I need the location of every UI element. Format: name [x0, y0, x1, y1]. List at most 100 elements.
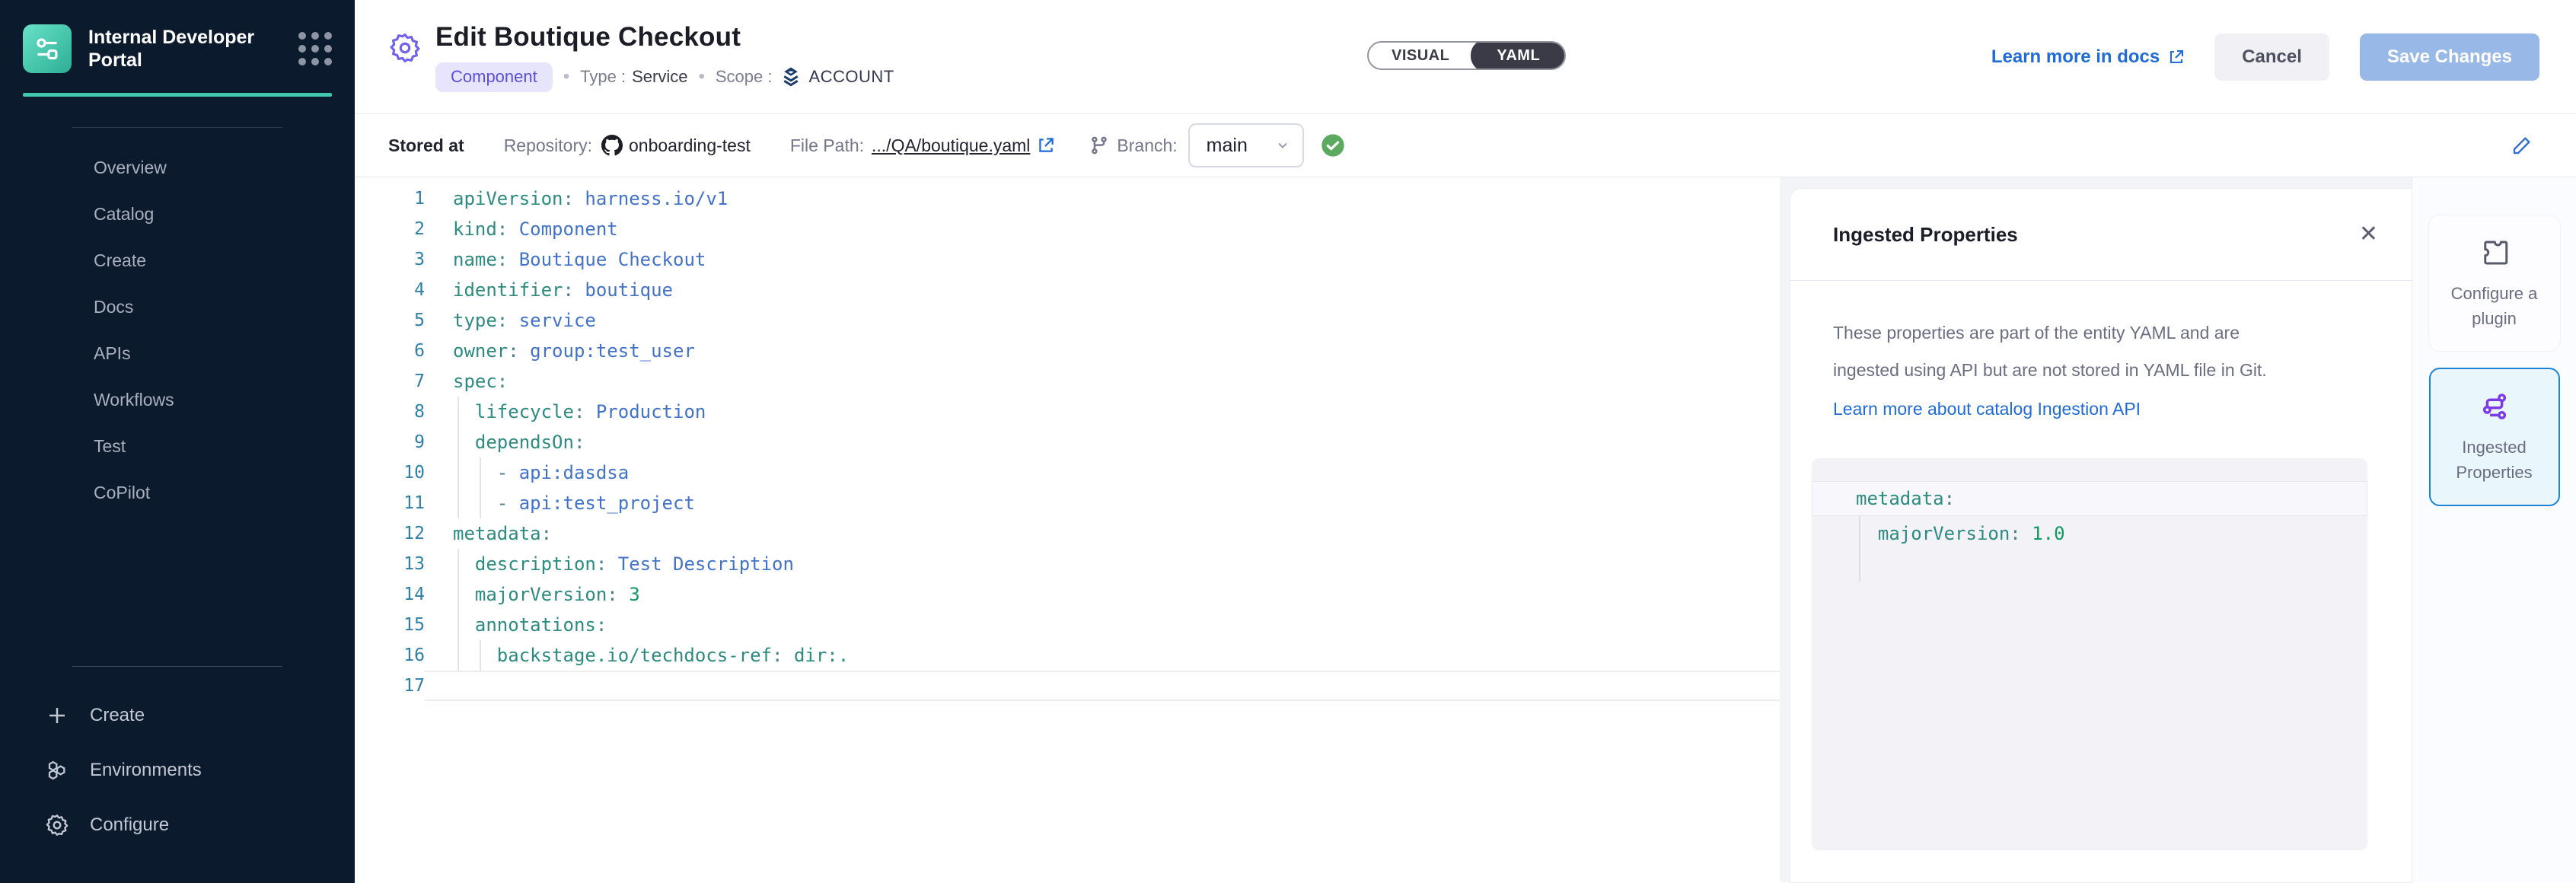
sidebar-item-docs[interactable]: Docs [0, 284, 355, 330]
line-number: 3 [355, 250, 425, 269]
external-link-icon[interactable] [1036, 135, 1056, 155]
yaml-line[interactable]: 7spec: [355, 366, 1780, 397]
yaml-token-str: group:test_user [530, 340, 695, 362]
ingested-yaml-line: majorVersion: 1.0 [1812, 516, 2367, 551]
yaml-line[interactable]: 12metadata: [355, 518, 1780, 549]
yaml-line[interactable]: 10 - api:dasdsa [355, 457, 1780, 488]
yaml-line[interactable]: 6owner: group:test_user [355, 336, 1780, 366]
yaml-token-str: service [519, 310, 596, 331]
toggle-yaml[interactable]: YAML [1471, 41, 1566, 70]
yaml-token-punc: : [541, 523, 552, 544]
yaml-token-key: apiVersion [453, 188, 563, 209]
yaml-token-plain [1856, 523, 1878, 544]
yaml-editor[interactable]: 1apiVersion: harness.io/v12kind: Compone… [355, 177, 1780, 882]
yaml-token-key: owner [453, 340, 508, 362]
repository-value[interactable]: onboarding-test [629, 135, 751, 156]
ingested-properties-icon [2479, 390, 2511, 422]
sidebar-item-overview[interactable]: Overview [0, 145, 355, 191]
entity-meta-row: Component • Type : Service • Scope : ACC… [435, 62, 894, 92]
yaml-token-key: spec [453, 371, 497, 392]
yaml-token-key: name [453, 249, 497, 270]
yaml-line[interactable]: 14 majorVersion: 3 [355, 579, 1780, 610]
line-number: 15 [355, 615, 425, 635]
yaml-line[interactable]: 11 - api:test_project [355, 488, 1780, 518]
sidebar-item-create[interactable]: Create [0, 237, 355, 284]
file-path-link[interactable]: .../QA/boutique.yaml [872, 135, 1030, 156]
line-number: 2 [355, 219, 425, 239]
yaml-token-punc: : [1944, 488, 1955, 509]
yaml-token-key: dependsOn [475, 432, 574, 453]
yaml-line[interactable]: 3name: Boutique Checkout [355, 244, 1780, 275]
sidebar-item-copilot[interactable]: CoPilot [0, 470, 355, 516]
dot-separator: • [563, 66, 569, 88]
line-number: 12 [355, 524, 425, 544]
file-path-label: File Path: [790, 135, 864, 156]
sidebar-item-create[interactable]: Create [0, 688, 355, 743]
toggle-visual[interactable]: VISUAL [1369, 41, 1472, 70]
yaml-token-key: type [453, 310, 497, 331]
branch-select[interactable]: main [1188, 123, 1304, 167]
indent-guide [457, 397, 459, 518]
line-number: 17 [355, 676, 425, 696]
yaml-token-key: dir:. [794, 645, 849, 666]
yaml-token-plain [453, 432, 475, 453]
edit-pencil-icon[interactable] [2511, 134, 2533, 157]
yaml-token-str: api:dasdsa [519, 462, 630, 483]
yaml-line[interactable]: 16 backstage.io/techdocs-ref: dir:. [355, 640, 1780, 671]
yaml-line[interactable]: 17 [355, 671, 1780, 701]
yaml-line[interactable]: 13 description: Test Description [355, 549, 1780, 579]
yaml-token-punc: : [574, 432, 585, 453]
sidebar-item-label: Create [90, 705, 145, 726]
sidebar-footer: Create Environments Configure [0, 666, 355, 883]
yaml-line[interactable]: 4identifier: boutique [355, 275, 1780, 305]
yaml-token-str: Test Description [618, 553, 794, 575]
app-logo[interactable] [23, 24, 72, 73]
configure-plugin-card[interactable]: Configure a plugin [2429, 215, 2560, 351]
stored-at-label: Stored at [388, 135, 464, 156]
sidebar-item-catalog[interactable]: Catalog [0, 191, 355, 237]
save-changes-button[interactable]: Save Changes [2360, 33, 2539, 81]
yaml-line[interactable]: 2kind: Component [355, 214, 1780, 244]
line-number: 7 [355, 371, 425, 391]
panel-description: These properties are part of the entity … [1833, 314, 2305, 389]
yaml-token-num: 1.0 [2032, 523, 2064, 544]
close-icon[interactable]: ✕ [2359, 223, 2378, 246]
sidebar-item-test[interactable]: Test [0, 423, 355, 470]
ingested-yaml-line: metadata: [1812, 481, 2367, 516]
dot-separator: • [698, 66, 704, 88]
plus-icon [44, 703, 70, 728]
yaml-token-plain [453, 584, 475, 605]
cancel-button[interactable]: Cancel [2214, 33, 2329, 81]
yaml-line[interactable]: 8 lifecycle: Production [355, 397, 1780, 427]
ingestion-api-link[interactable]: Learn more about catalog Ingestion API [1833, 390, 2141, 428]
sidebar-item-environments[interactable]: Environments [0, 743, 355, 798]
stored-at-bar: Stored at Repository: onboarding-test Fi… [355, 114, 2576, 177]
docs-link-label: Learn more in docs [1991, 46, 2160, 68]
yaml-line[interactable]: 9 dependsOn: [355, 427, 1780, 457]
yaml-token-punc: - [497, 462, 519, 483]
sidebar-item-workflows[interactable]: Workflows [0, 377, 355, 423]
app-switcher-icon[interactable] [298, 32, 332, 65]
line-number: 9 [355, 432, 425, 452]
chevron-down-icon [1275, 138, 1290, 153]
sidebar-item-apis[interactable]: APIs [0, 330, 355, 377]
yaml-token-key: lifecycle [475, 401, 574, 422]
yaml-line[interactable]: 1apiVersion: harness.io/v1 [355, 183, 1780, 214]
yaml-line[interactable]: 5type: service [355, 305, 1780, 336]
learn-more-docs-link[interactable]: Learn more in docs [1991, 46, 2185, 68]
gear-icon [44, 812, 70, 838]
sidebar-item-configure[interactable]: Configure [0, 798, 355, 853]
ingested-properties-card[interactable]: Ingested Properties [2429, 368, 2560, 506]
right-rail: Configure a plugin Ingested Properties [2412, 177, 2576, 882]
yaml-token-str: api:test_project [519, 493, 695, 514]
yaml-token-key: annotations [475, 614, 596, 636]
main-area: Edit Boutique Checkout Component • Type … [355, 0, 2576, 883]
yaml-line[interactable]: 15 annotations: [355, 610, 1780, 640]
yaml-token-punc: : [497, 310, 519, 331]
external-link-icon [2167, 48, 2185, 66]
yaml-token-num: 3 [629, 584, 639, 605]
line-number: 14 [355, 585, 425, 604]
yaml-token-str: boutique [585, 279, 673, 301]
panel-title: Ingested Properties [1833, 223, 2018, 247]
line-number: 4 [355, 280, 425, 300]
